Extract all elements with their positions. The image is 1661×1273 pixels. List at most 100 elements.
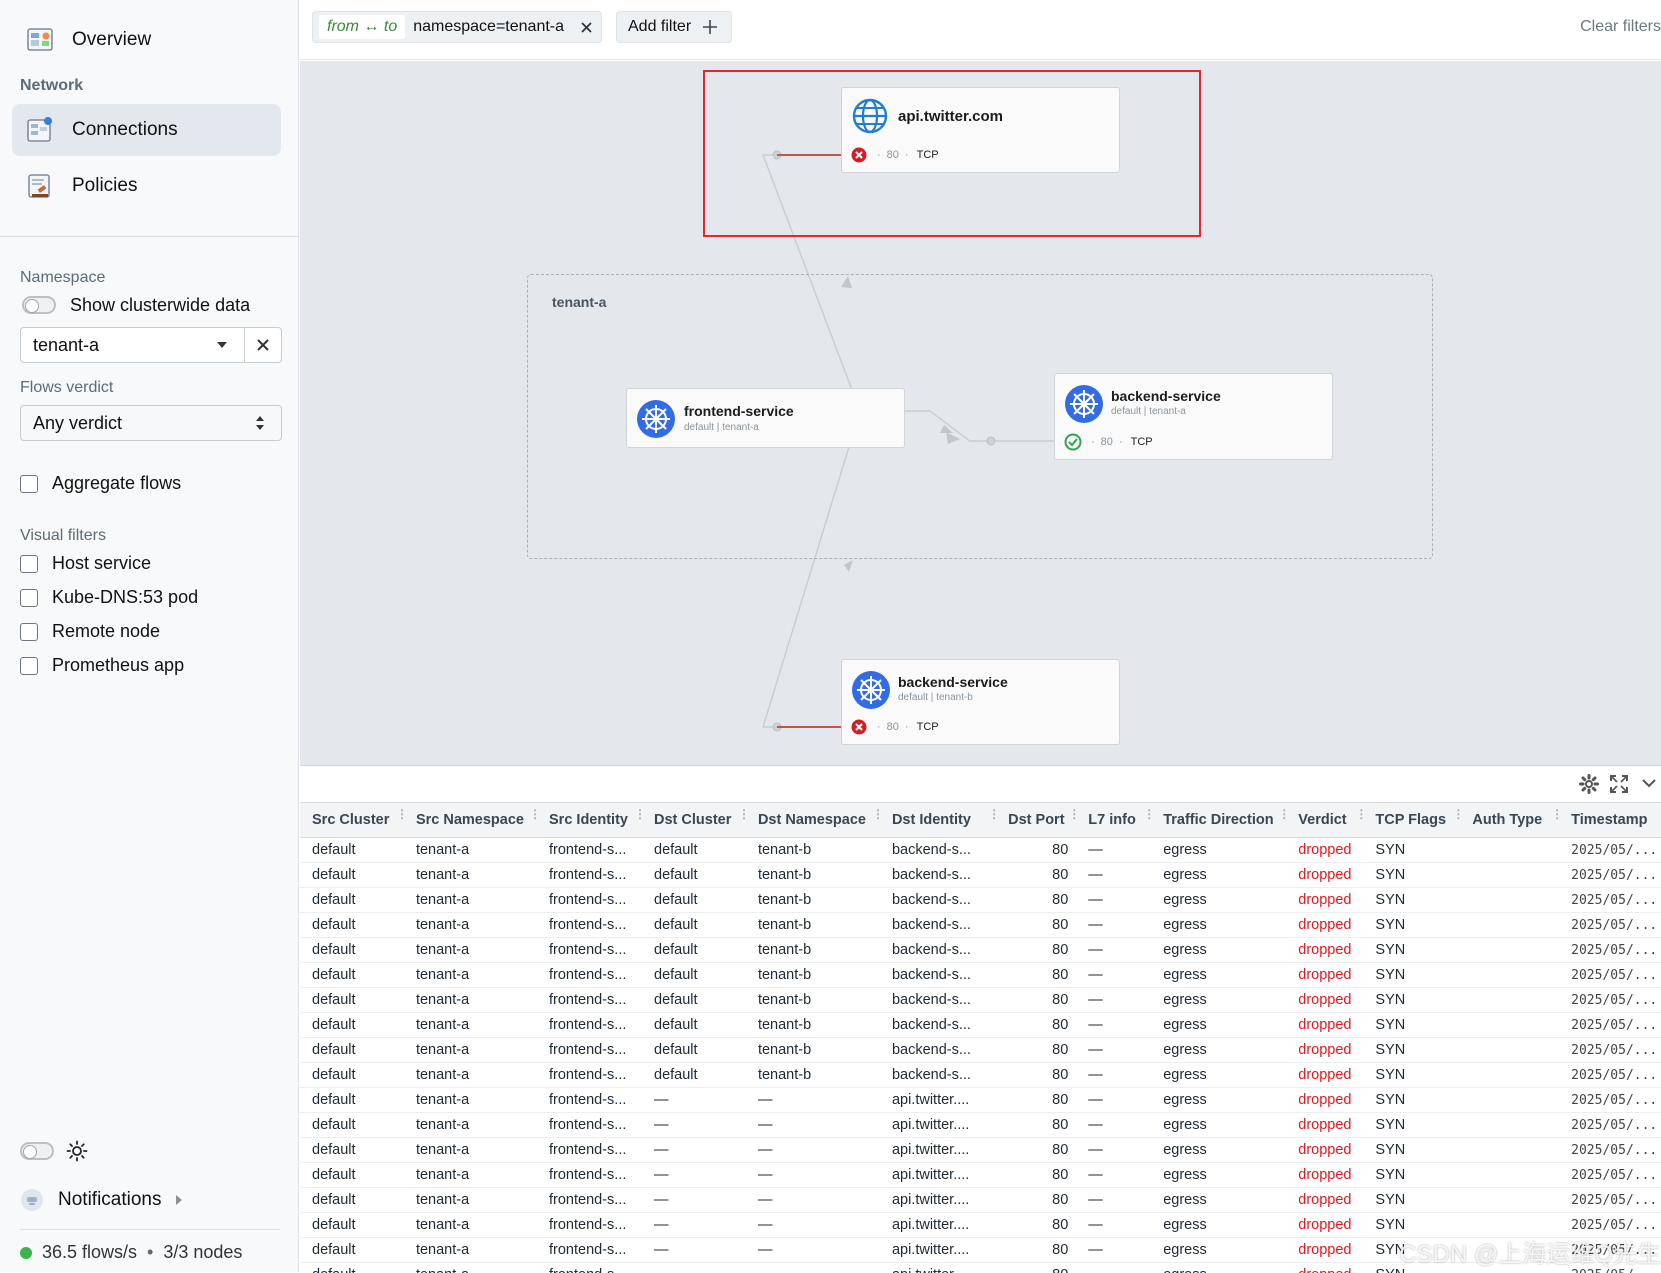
remove-filter-icon[interactable] [580, 21, 593, 34]
column-resize-handle-icon[interactable]: ⋮ [1355, 812, 1359, 817]
nav-connections[interactable]: Connections [12, 104, 281, 156]
column-header[interactable]: Dst Namespace⋮ [746, 803, 880, 838]
table-cell: egress [1151, 913, 1286, 938]
aggregate-flows-checkbox[interactable]: Aggregate flows [20, 473, 181, 494]
table-cell: tenant-b [746, 838, 880, 863]
table-row[interactable]: defaulttenant-afrontend-s...——api.twitte… [300, 1163, 1661, 1188]
table-row[interactable]: defaulttenant-afrontend-s...defaulttenan… [300, 913, 1661, 938]
column-header[interactable]: Dst Identity⋮ [880, 803, 996, 838]
namespace-select[interactable]: tenant-a [20, 327, 282, 363]
table-cell: 2025/05/... [1559, 988, 1661, 1013]
table-cell: — [642, 1138, 746, 1163]
column-resize-handle-icon[interactable]: ⋮ [988, 812, 992, 817]
table-cell: dropped [1286, 938, 1363, 963]
theme-toggle[interactable] [20, 1142, 54, 1160]
nav-policies[interactable]: Policies [12, 160, 281, 212]
filter-kube-dns[interactable]: Kube-DNS:53 pod [20, 587, 198, 608]
table-row[interactable]: defaulttenant-afrontend-s...defaulttenan… [300, 838, 1661, 863]
highlight-box [703, 70, 1201, 237]
table-row[interactable]: defaulttenant-afrontend-s...——api.twitte… [300, 1188, 1661, 1213]
table-row[interactable]: defaulttenant-afrontend-s...defaulttenan… [300, 988, 1661, 1013]
column-resize-handle-icon[interactable]: ⋮ [1452, 812, 1456, 817]
filter-prometheus-app[interactable]: Prometheus app [20, 655, 184, 676]
table-cell: 80 [996, 1138, 1076, 1163]
node-card-backend-tenant-b[interactable]: backend-service default | tenant-b ·80·T… [841, 659, 1120, 745]
table-toolbar [1571, 766, 1661, 802]
table-row[interactable]: defaulttenant-afrontend-s...defaulttenan… [300, 1063, 1661, 1088]
table-row[interactable]: defaulttenant-afrontend-s...——api.twitte… [300, 1138, 1661, 1163]
table-row[interactable]: defaulttenant-afrontend-s...defaulttenan… [300, 938, 1661, 963]
table-cell: 2025/05/... [1559, 1063, 1661, 1088]
column-resize-handle-icon[interactable]: ⋮ [634, 812, 638, 817]
expand-icon[interactable] [1609, 774, 1629, 794]
sidebar-divider [0, 236, 298, 237]
column-resize-handle-icon[interactable]: ⋮ [1143, 812, 1147, 817]
column-header[interactable]: L7 info⋮ [1076, 803, 1151, 838]
table-cell: frontend-s... [537, 963, 642, 988]
table-row[interactable]: defaulttenant-afrontend-s...defaulttenan… [300, 888, 1661, 913]
table-cell: 80 [996, 888, 1076, 913]
table-cell: SYN [1363, 1038, 1460, 1063]
table-cell: tenant-a [404, 1013, 537, 1038]
filter-remote-node[interactable]: Remote node [20, 621, 160, 642]
column-header[interactable]: Dst Port⋮ [996, 803, 1076, 838]
table-cell: egress [1151, 1238, 1286, 1263]
add-filter-button[interactable]: Add filter [616, 11, 732, 43]
service-map-canvas[interactable]: tenant-a api.twitter.com ·80·TCP fronten… [300, 61, 1661, 765]
table-row[interactable]: defaulttenant-afrontend-s...defaulttenan… [300, 963, 1661, 988]
node-title-backend-a: backend-service [1111, 388, 1221, 404]
node-card-backend-tenant-a[interactable]: backend-service default | tenant-a ·80·T… [1054, 373, 1333, 460]
sun-icon [66, 1140, 88, 1162]
node-card-frontend[interactable]: frontend-service default | tenant-a [626, 388, 905, 448]
table-cell: — [1076, 863, 1151, 888]
connections-icon [26, 116, 54, 144]
table-cell: SYN [1363, 963, 1460, 988]
table-cell: egress [1151, 1138, 1286, 1163]
filter-host-service[interactable]: Host service [20, 553, 151, 574]
updown-caret-icon [255, 415, 265, 431]
table-cell: frontend-s... [537, 1088, 642, 1113]
column-header[interactable]: Timestamp [1559, 803, 1661, 838]
column-header[interactable]: Src Namespace⋮ [404, 803, 537, 838]
column-resize-handle-icon[interactable]: ⋮ [396, 812, 400, 817]
column-resize-handle-icon[interactable]: ⋮ [872, 812, 876, 817]
table-cell [1460, 863, 1559, 888]
table-cell [1460, 1113, 1559, 1138]
column-resize-handle-icon[interactable]: ⋮ [738, 812, 742, 817]
filter-chip[interactable]: from ↔ to namespace=tenant-a [312, 11, 602, 43]
table-row[interactable]: defaulttenant-afrontend-s...defaulttenan… [300, 863, 1661, 888]
direction-label[interactable]: from ↔ to [319, 15, 405, 39]
table-cell: frontend-s... [537, 1038, 642, 1063]
column-resize-handle-icon[interactable]: ⋮ [1551, 812, 1555, 817]
table-cell: — [1076, 838, 1151, 863]
column-header[interactable]: Traffic Direction⋮ [1151, 803, 1286, 838]
column-header[interactable]: TCP Flags⋮ [1363, 803, 1460, 838]
column-resize-handle-icon[interactable]: ⋮ [1068, 812, 1072, 817]
clear-namespace-button[interactable] [245, 328, 281, 362]
column-resize-handle-icon[interactable]: ⋮ [1278, 812, 1282, 817]
column-header[interactable]: Auth Type⋮ [1460, 803, 1559, 838]
column-header[interactable]: Verdict⋮ [1286, 803, 1363, 838]
column-resize-handle-icon[interactable]: ⋮ [529, 812, 533, 817]
nav-overview[interactable]: Overview [12, 14, 281, 66]
table-row[interactable]: defaulttenant-afrontend-s...——api.twitte… [300, 1088, 1661, 1113]
clusterwide-toggle[interactable] [22, 296, 56, 314]
notifications-button[interactable]: Notifications [20, 1188, 184, 1212]
verdict-select[interactable]: Any verdict [20, 405, 282, 441]
table-row[interactable]: defaulttenant-afrontend-s...——api.twitte… [300, 1113, 1661, 1138]
column-header[interactable]: Src Identity⋮ [537, 803, 642, 838]
table-cell: tenant-b [746, 913, 880, 938]
table-row[interactable]: defaulttenant-afrontend-s...defaulttenan… [300, 1013, 1661, 1038]
table-cell: — [1076, 1163, 1151, 1188]
node-subtitle-backend-a: default | tenant-a [1111, 406, 1186, 417]
table-cell: default [642, 888, 746, 913]
chevron-down-icon[interactable] [1641, 777, 1657, 789]
table-cell: SYN [1363, 913, 1460, 938]
clear-filters-button[interactable]: Clear filters [1580, 18, 1661, 36]
column-header[interactable]: Src Cluster⋮ [300, 803, 404, 838]
column-header[interactable]: Dst Cluster⋮ [642, 803, 746, 838]
table-row[interactable]: defaulttenant-afrontend-s...defaulttenan… [300, 1038, 1661, 1063]
gear-icon[interactable] [1579, 774, 1599, 794]
filter-bar: from ↔ to namespace=tenant-a Add filter … [300, 0, 1661, 60]
table-cell: tenant-a [404, 838, 537, 863]
